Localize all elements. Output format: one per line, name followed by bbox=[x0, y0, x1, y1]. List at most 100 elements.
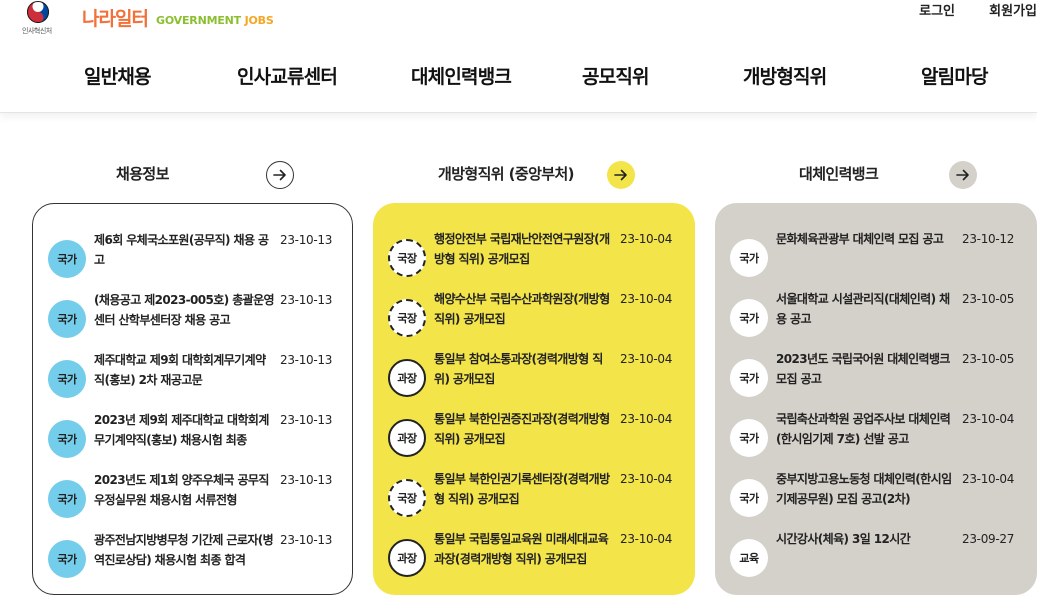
list-item[interactable]: 국장 통일부 북한인권기록센터장(경력개방형 직위) 공개모집 23-10-04 bbox=[373, 469, 695, 519]
recruitment-list-panel: 국가 제6회 우체국소포원(공무직) 채용 공고 23-10-13 국가 (채용… bbox=[32, 203, 353, 595]
item-date: 23-10-04 bbox=[962, 472, 1015, 486]
item-title: 국립축산과학원 공업주사보 대체인력(한시임기제 7호) 선발 공고 bbox=[776, 412, 951, 446]
emblem-wrap: 인사혁신처 bbox=[22, 0, 56, 40]
item-date: 23-10-13 bbox=[280, 293, 333, 307]
open-positions-more-button[interactable] bbox=[607, 161, 635, 189]
emblem-caption: 인사혁신처 bbox=[22, 27, 52, 35]
list-item[interactable]: 국가 제주대학교 제9회 대학회계무기계약직(홍보) 2차 재공고문 23-10… bbox=[33, 350, 352, 400]
nav-substitute-bank[interactable]: 대체인력뱅크 bbox=[411, 62, 512, 89]
item-title: 제6회 우체국소포원(공무직) 채용 공고 bbox=[94, 233, 269, 267]
category-badge: 국가 bbox=[730, 359, 768, 397]
taegeuk-emblem-icon bbox=[27, 1, 49, 23]
list-item[interactable]: 국가 (채용공고 제2023-005호) 총괄운영센터 산학부센터장 채용 공고… bbox=[33, 290, 352, 340]
position-badge: 과장 bbox=[388, 419, 426, 457]
category-badge: 국가 bbox=[48, 300, 86, 338]
item-date: 23-10-05 bbox=[962, 292, 1015, 306]
item-date: 23-10-13 bbox=[280, 353, 333, 367]
item-date: 23-10-04 bbox=[620, 232, 673, 246]
item-date: 23-10-13 bbox=[280, 233, 333, 247]
list-item[interactable]: 국가 2023년도 제1회 양주우체국 공무직 우정실무원 채용시험 서류전형 … bbox=[33, 470, 352, 520]
item-date: 23-10-04 bbox=[620, 352, 673, 366]
list-item[interactable]: 국가 서울대학교 시설관리직(대체인력) 채용 공고 23-10-05 bbox=[715, 289, 1037, 339]
category-badge: 국가 bbox=[48, 240, 86, 278]
brand-name-english: GOVERNMENT JOBS bbox=[156, 14, 274, 27]
item-title: 통일부 참여소통과장(경력개방형 직위) 공개모집 bbox=[434, 352, 603, 386]
position-badge: 국장 bbox=[388, 239, 426, 277]
item-title: 문화체육관광부 대체인력 모집 공고 bbox=[776, 232, 944, 246]
list-item[interactable]: 과장 통일부 참여소통과장(경력개방형 직위) 공개모집 23-10-04 bbox=[373, 349, 695, 399]
item-date: 23-10-12 bbox=[962, 232, 1015, 246]
item-title: 2023년 제9회 제주대학교 대학회계무기계약직(홍보) 채용시험 최종 bbox=[94, 413, 269, 447]
section-title-open-positions: 개방형직위 (중앙부처) bbox=[438, 165, 575, 183]
item-title: 통일부 북한인권기록센터장(경력개방형 직위) 공개모집 bbox=[434, 472, 610, 506]
list-item[interactable]: 과장 통일부 국립통일교육원 미래세대교육과장(경력개방형 직위) 공개모집 2… bbox=[373, 529, 695, 579]
item-title: 2023년도 국립국어원 대체인력뱅크 모집 공고 bbox=[776, 352, 950, 386]
category-badge: 교육 bbox=[730, 539, 768, 577]
list-item[interactable]: 국가 2023년 제9회 제주대학교 대학회계무기계약직(홍보) 채용시험 최종… bbox=[33, 410, 352, 460]
category-badge: 국가 bbox=[48, 480, 86, 518]
item-title: 광주전남지방병무청 기간제 근로자(병역진로상담) 채용시험 최종 합격 bbox=[94, 533, 274, 567]
list-item[interactable]: 교육 시간강사(체육) 3일 12시간 23-09-27 bbox=[715, 529, 1037, 579]
nav-general-recruitment[interactable]: 일반채용 bbox=[84, 62, 152, 89]
arrow-right-icon bbox=[273, 169, 286, 181]
list-item[interactable]: 국가 문화체육관광부 대체인력 모집 공고 23-10-12 bbox=[715, 229, 1037, 279]
list-item[interactable]: 국장 행정안전부 국립재난안전연구원장(개방형 직위) 공개모집 23-10-0… bbox=[373, 229, 695, 279]
item-title: (채용공고 제2023-005호) 총괄운영센터 산학부센터장 채용 공고 bbox=[94, 293, 274, 327]
position-badge: 국장 bbox=[388, 479, 426, 517]
category-badge: 국가 bbox=[730, 239, 768, 277]
item-title: 제주대학교 제9회 대학회계무기계약직(홍보) 2차 재공고문 bbox=[94, 353, 266, 387]
item-title: 해양수산부 국립수산과학원장(개방형 직위) 공개모집 bbox=[434, 292, 610, 326]
nav-notice[interactable]: 알림마당 bbox=[921, 62, 989, 89]
category-badge: 국가 bbox=[730, 419, 768, 457]
open-positions-list-panel: 국장 행정안전부 국립재난안전연구원장(개방형 직위) 공개모집 23-10-0… bbox=[373, 203, 695, 595]
item-date: 23-10-13 bbox=[280, 473, 333, 487]
nav-open-recruitment-positions[interactable]: 공모직위 bbox=[582, 62, 650, 89]
site-logo[interactable]: 인사혁신처 나라일터 GOVERNMENT JOBS bbox=[22, 0, 274, 40]
position-badge: 과장 bbox=[388, 539, 426, 577]
item-date: 23-10-04 bbox=[620, 292, 673, 306]
nav-personnel-exchange[interactable]: 인사교류센터 bbox=[237, 62, 338, 89]
item-title: 시간강사(체육) 3일 12시간 bbox=[776, 532, 911, 546]
brand-en-jobs: JOBS bbox=[244, 14, 274, 27]
main-navigation: 일반채용 인사교류센터 대체인력뱅크 공모직위 개방형직위 알림마당 bbox=[0, 62, 1037, 92]
category-badge: 국가 bbox=[48, 420, 86, 458]
category-badge: 국가 bbox=[730, 479, 768, 517]
arrow-right-icon bbox=[614, 169, 627, 181]
signup-link[interactable]: 회원가입 bbox=[989, 0, 1037, 19]
item-date: 23-10-04 bbox=[620, 532, 673, 546]
position-badge: 과장 bbox=[388, 359, 426, 397]
list-item[interactable]: 국가 국립축산과학원 공업주사보 대체인력(한시임기제 7호) 선발 공고 23… bbox=[715, 409, 1037, 459]
brand-en-government: GOVERNMENT bbox=[156, 14, 245, 27]
item-date: 23-10-13 bbox=[280, 413, 333, 427]
item-date: 23-10-04 bbox=[620, 412, 673, 426]
site-header: 인사혁신처 나라일터 GOVERNMENT JOBS 로그인 회원가입 일반채용… bbox=[0, 0, 1037, 113]
position-badge: 국장 bbox=[388, 299, 426, 337]
substitute-bank-list-panel: 국가 문화체육관광부 대체인력 모집 공고 23-10-12 국가 서울대학교 … bbox=[715, 203, 1037, 595]
item-date: 23-10-05 bbox=[962, 352, 1015, 366]
item-date: 23-10-13 bbox=[280, 533, 333, 547]
section-title-recruitment: 채용정보 bbox=[116, 165, 169, 183]
item-date: 23-10-04 bbox=[620, 472, 673, 486]
login-link[interactable]: 로그인 bbox=[919, 0, 955, 19]
list-item[interactable]: 국가 중부지방고용노동청 대체인력(한시임기제공무원) 모집 공고(2차) 23… bbox=[715, 469, 1037, 519]
list-item[interactable]: 국가 광주전남지방병무청 기간제 근로자(병역진로상담) 채용시험 최종 합격 … bbox=[33, 530, 352, 580]
list-item[interactable]: 국가 2023년도 국립국어원 대체인력뱅크 모집 공고 23-10-05 bbox=[715, 349, 1037, 399]
item-title: 중부지방고용노동청 대체인력(한시임기제공무원) 모집 공고(2차) bbox=[776, 472, 952, 506]
nav-open-positions[interactable]: 개방형직위 bbox=[743, 62, 827, 89]
recruitment-more-button[interactable] bbox=[266, 161, 294, 189]
section-title-substitute-bank: 대체인력뱅크 bbox=[799, 165, 879, 183]
item-title: 행정안전부 국립재난안전연구원장(개방형 직위) 공개모집 bbox=[434, 232, 610, 266]
item-date: 23-10-04 bbox=[962, 412, 1015, 426]
item-title: 서울대학교 시설관리직(대체인력) 채용 공고 bbox=[776, 292, 950, 326]
item-title: 통일부 북한인권증진과장(경력개방형 직위) 공개모집 bbox=[434, 412, 610, 446]
item-date: 23-09-27 bbox=[962, 532, 1015, 546]
category-badge: 국가 bbox=[730, 299, 768, 337]
category-badge: 국가 bbox=[48, 540, 86, 578]
category-badge: 국가 bbox=[48, 360, 86, 398]
item-title: 2023년도 제1회 양주우체국 공무직 우정실무원 채용시험 서류전형 bbox=[94, 473, 269, 507]
list-item[interactable]: 국장 해양수산부 국립수산과학원장(개방형 직위) 공개모집 23-10-04 bbox=[373, 289, 695, 339]
list-item[interactable]: 국가 제6회 우체국소포원(공무직) 채용 공고 23-10-13 bbox=[33, 230, 352, 280]
brand-name-korean: 나라일터 bbox=[82, 8, 149, 30]
substitute-bank-more-button[interactable] bbox=[949, 161, 977, 189]
list-item[interactable]: 과장 통일부 북한인권증진과장(경력개방형 직위) 공개모집 23-10-04 bbox=[373, 409, 695, 459]
